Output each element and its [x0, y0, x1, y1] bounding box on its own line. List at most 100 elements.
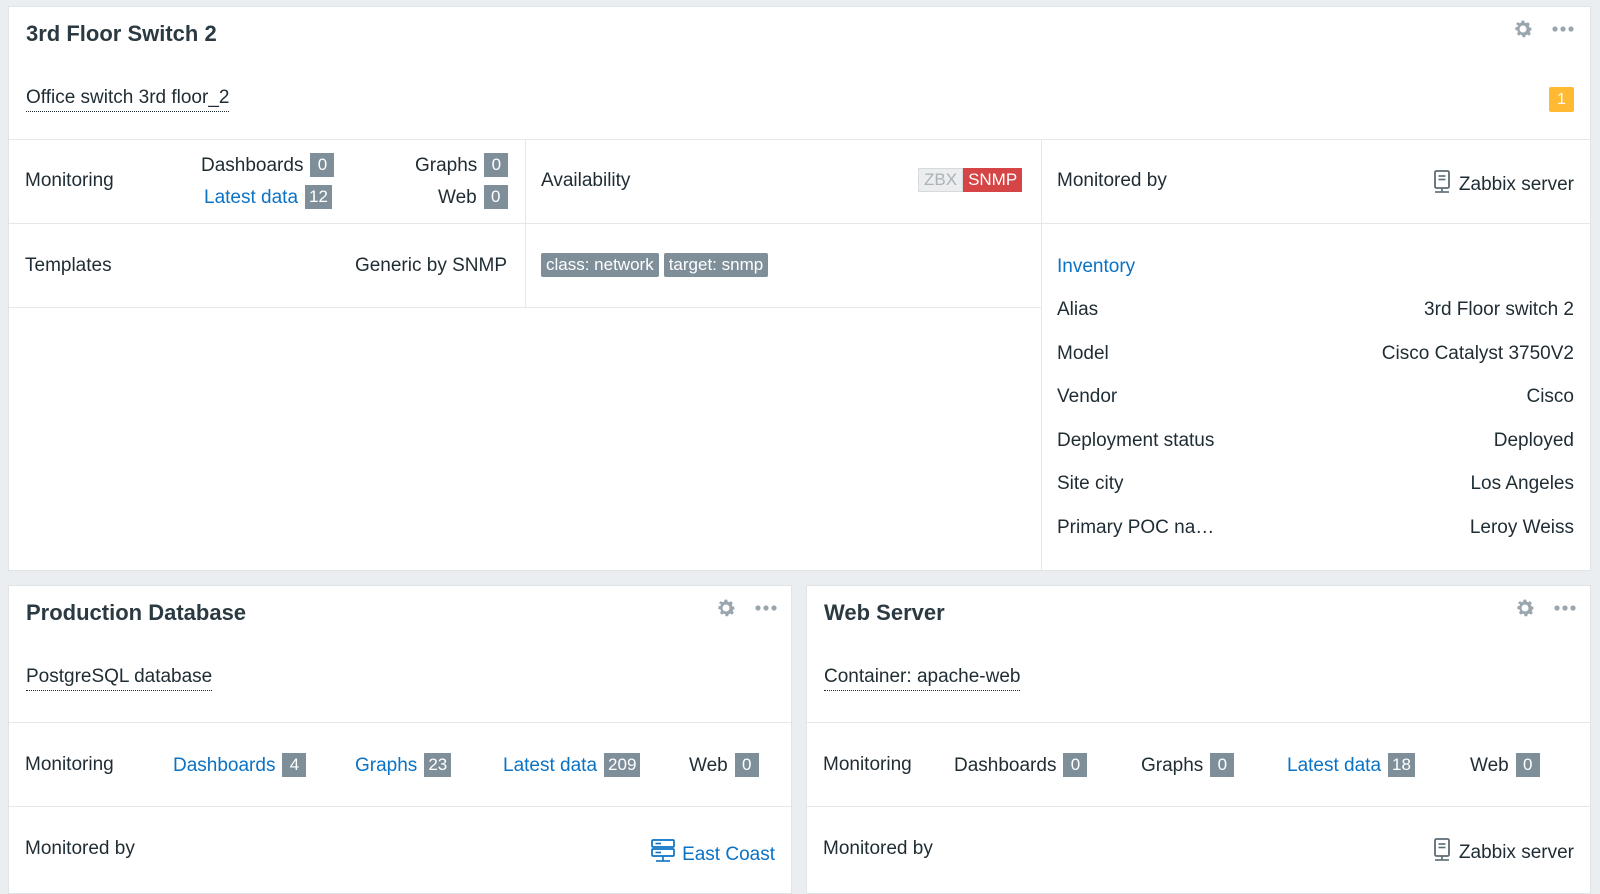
divider: [9, 223, 1590, 224]
host-card-web-server: Web Server Container: apache-web Monitor…: [806, 585, 1591, 894]
divider: [9, 307, 1042, 308]
graphs-count: 0: [484, 153, 509, 177]
monitored-by-value: Zabbix server: [1431, 170, 1574, 200]
inventory-key-vendor: Vendor: [1057, 386, 1118, 407]
monitoring-label: Monitoring: [25, 754, 114, 775]
latest-data-link[interactable]: Latest data 12: [204, 185, 332, 209]
web-count: 0: [1515, 753, 1540, 777]
monitored-by-server: Zabbix server: [1458, 842, 1574, 863]
web-link: Web 0: [1470, 753, 1540, 777]
host-description[interactable]: Container: apache-web: [824, 666, 1021, 691]
web-text: Web: [1470, 755, 1509, 776]
divider: [525, 139, 526, 307]
latest-data-count: 18: [1388, 753, 1415, 777]
web-text: Web: [438, 187, 477, 208]
graphs-count: 23: [424, 753, 452, 777]
divider: [9, 806, 791, 807]
web-link: Web 0: [689, 753, 759, 777]
host-card-3rd-floor-switch-2: 3rd Floor Switch 2 Office switch 3rd flo…: [8, 6, 1591, 571]
tag[interactable]: class: network: [541, 253, 659, 277]
divider: [9, 139, 1590, 140]
monitored-by-value: Zabbix server: [1431, 838, 1574, 868]
graphs-text: Graphs: [415, 155, 478, 176]
dashboards-link: Dashboards 0: [954, 753, 1088, 777]
dashboards-link: Dashboards 0: [201, 153, 335, 177]
dashboards-link[interactable]: Dashboards 4: [173, 753, 307, 777]
latest-data-count: 209: [604, 753, 641, 777]
more-icon[interactable]: [1552, 595, 1578, 621]
graphs-link: Graphs 0: [1141, 753, 1235, 777]
latest-data-count: 12: [305, 185, 332, 209]
graphs-count: 0: [1210, 753, 1235, 777]
dashboards-text: Dashboards: [201, 155, 304, 176]
monitored-by-value[interactable]: East Coast: [650, 838, 775, 870]
host-card-production-database: Production Database PostgreSQL database …: [8, 585, 792, 894]
latest-data-link[interactable]: Latest data 209: [503, 753, 641, 777]
widget-title: Production Database: [26, 600, 247, 625]
availability-label: Availability: [541, 170, 631, 191]
more-icon[interactable]: [1550, 16, 1576, 42]
monitoring-label: Monitoring: [25, 170, 114, 191]
web-count: 0: [483, 185, 508, 209]
host-description[interactable]: Office switch 3rd floor_2: [26, 87, 230, 112]
zbx-availability: ZBX: [918, 168, 964, 192]
web-link: Web 0: [438, 185, 508, 209]
graphs-text[interactable]: Graphs: [355, 755, 417, 776]
monitored-by-proxy[interactable]: East Coast: [682, 844, 775, 865]
inventory-value-site-city: Los Angeles: [1470, 473, 1574, 494]
inventory-value-model: Cisco Catalyst 3750V2: [1381, 343, 1574, 364]
widget-actions: [713, 595, 779, 621]
inventory-key-alias: Alias: [1057, 299, 1099, 320]
zabbix-server-icon: [1431, 838, 1453, 868]
host-description[interactable]: PostgreSQL database: [26, 666, 213, 691]
inventory-key-primary-poc: Primary POC na…: [1057, 517, 1215, 538]
inventory-value-alias: 3rd Floor switch 2: [1424, 299, 1574, 320]
dashboards-text[interactable]: Dashboards: [173, 755, 275, 776]
tag[interactable]: target: snmp: [663, 253, 769, 277]
latest-data-text[interactable]: Latest data: [503, 755, 597, 776]
graphs-link: Graphs 0: [415, 153, 509, 177]
monitored-by-server: Zabbix server: [1458, 174, 1574, 195]
proxy-icon: [650, 838, 676, 870]
monitored-by-label: Monitored by: [1057, 170, 1167, 191]
template-value: Generic by SNMP: [354, 255, 507, 276]
inventory-key-deployment-status: Deployment status: [1057, 430, 1215, 451]
divider: [9, 722, 791, 723]
gear-icon[interactable]: [713, 595, 739, 621]
inventory-link[interactable]: Inventory: [1057, 256, 1135, 278]
problem-count-badge[interactable]: 1: [1549, 87, 1574, 112]
monitoring-label: Monitoring: [823, 754, 912, 775]
widget-actions: [1510, 16, 1576, 42]
latest-data-text[interactable]: Latest data: [204, 187, 298, 208]
gear-icon[interactable]: [1512, 595, 1538, 621]
inventory-value-deployment-status: Deployed: [1493, 430, 1574, 451]
widget-actions: [1512, 595, 1578, 621]
inventory-key-model: Model: [1057, 343, 1109, 364]
monitored-by-label: Monitored by: [25, 838, 135, 859]
widget-title: Web Server: [824, 600, 945, 625]
widget-title: 3rd Floor Switch 2: [26, 21, 217, 46]
divider: [807, 806, 1590, 807]
dashboards-text: Dashboards: [954, 755, 1057, 776]
snmp-availability: SNMP: [963, 168, 1023, 192]
dashboards-count: 4: [282, 753, 307, 777]
latest-data-text[interactable]: Latest data: [1287, 755, 1381, 776]
host-tags: class: network target: snmp: [541, 253, 773, 277]
divider: [807, 722, 1590, 723]
templates-label: Templates: [25, 255, 112, 276]
more-icon[interactable]: [753, 595, 779, 621]
dashboards-count: 0: [1063, 753, 1088, 777]
web-count: 0: [734, 753, 759, 777]
graphs-text: Graphs: [1141, 755, 1204, 776]
availability-indicator: ZBX SNMP: [918, 168, 1023, 192]
graphs-link[interactable]: Graphs 23: [355, 753, 452, 777]
divider: [1041, 139, 1042, 570]
inventory-key-site-city: Site city: [1057, 473, 1124, 494]
latest-data-link[interactable]: Latest data 18: [1287, 753, 1415, 777]
gear-icon[interactable]: [1510, 16, 1536, 42]
inventory-value-primary-poc: Leroy Weiss: [1469, 517, 1574, 538]
zabbix-server-icon: [1431, 170, 1453, 200]
dashboards-count: 0: [310, 153, 335, 177]
monitored-by-label: Monitored by: [823, 838, 933, 859]
web-text: Web: [689, 755, 728, 776]
